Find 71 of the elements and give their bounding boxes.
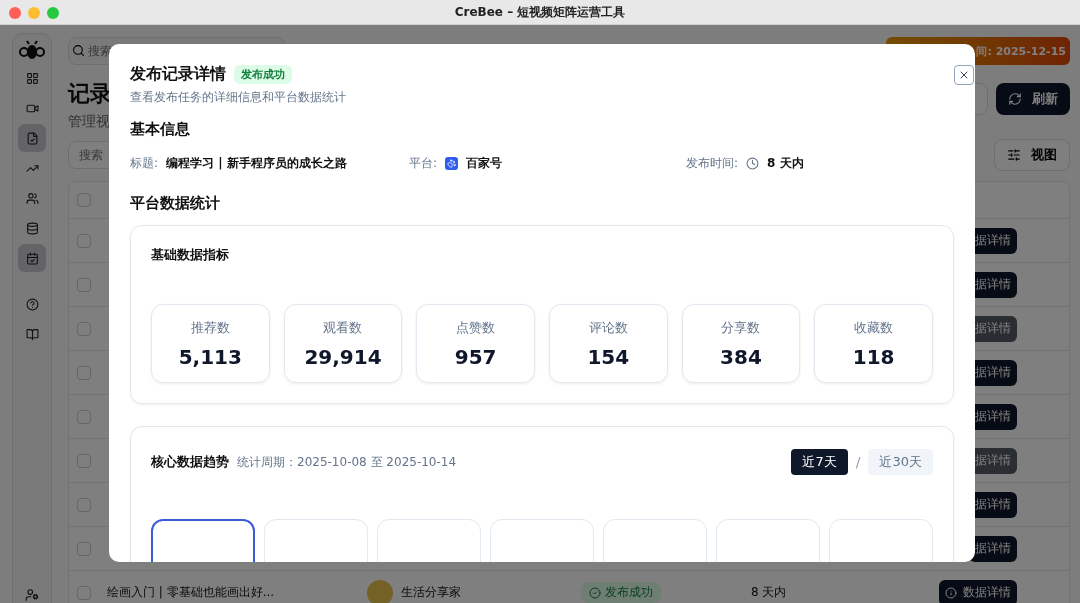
sidebar-item[interactable] — [18, 124, 46, 152]
table-cell-text: 绘画入门 | 零基础也能画出好... — [107, 584, 276, 601]
database-icon — [25, 221, 39, 235]
info-icon — [945, 586, 957, 599]
zoom-window-button[interactable] — [47, 7, 59, 19]
sliders-icon — [1007, 148, 1021, 162]
metric-value: 118 — [852, 344, 895, 369]
refresh-icon — [1008, 92, 1022, 106]
metric-value: 957 — [454, 344, 497, 369]
document-check-icon — [25, 131, 39, 145]
separator: / — [855, 454, 861, 470]
dialog-title: 发布记录详情 — [130, 64, 226, 85]
page-subtitle: 管理视 — [68, 113, 111, 131]
checkbox[interactable] — [77, 233, 91, 248]
sidebar-item[interactable] — [18, 244, 46, 272]
metric-label: 点赞数 — [456, 318, 496, 337]
refresh-button[interactable]: 刷新 — [996, 83, 1070, 115]
grid-icon — [25, 71, 39, 85]
check-circle-icon — [589, 586, 601, 599]
status-badge: 发布成功 — [581, 582, 661, 603]
book-icon — [25, 327, 39, 341]
checkbox[interactable] — [77, 409, 91, 424]
metric-value: 384 — [720, 344, 762, 369]
metric-value: 29,914 — [304, 344, 382, 369]
field-label: 平台: — [409, 155, 438, 172]
calendar-check-icon — [25, 251, 39, 265]
field-value: 编程学习 | 新手程序员的成长之路 — [166, 155, 347, 172]
users-icon — [25, 191, 39, 205]
window-title: CreBee – 短视频矩阵运营工具 — [454, 3, 626, 21]
checkbox[interactable] — [77, 193, 91, 207]
metric-label: 观看数 — [323, 318, 363, 337]
card-title: 核心数据趋势 — [151, 453, 229, 471]
minimize-window-button[interactable] — [28, 7, 40, 19]
search-icon — [72, 44, 85, 57]
range-tab[interactable]: 近7天 — [791, 449, 848, 475]
close-button[interactable] — [954, 64, 974, 85]
avatar — [367, 579, 393, 603]
metric-value: 154 — [587, 344, 630, 369]
field-label: 标题: — [130, 155, 159, 172]
metric-tab[interactable] — [151, 519, 255, 562]
field-value: 8 天内 — [767, 155, 804, 172]
bee-logo-icon — [18, 40, 46, 62]
range-tab[interactable]: 近30天 — [868, 449, 933, 475]
data-details-button[interactable]: 数据详情 — [939, 579, 1017, 603]
field-label: 发布时间: — [686, 155, 739, 172]
checkbox[interactable] — [77, 541, 91, 556]
section-heading: 基本信息 — [130, 120, 191, 139]
clock-icon — [746, 157, 760, 170]
page-title: 记录 — [68, 80, 112, 108]
metric-label: 评论数 — [588, 318, 628, 337]
user-gear-icon — [25, 588, 39, 602]
metric-label: 分享数 — [721, 318, 761, 337]
metric-label: 推荐数 — [190, 318, 230, 337]
checkbox[interactable] — [77, 497, 91, 512]
checkbox[interactable] — [77, 585, 91, 600]
view-button[interactable]: 视图 — [994, 139, 1070, 171]
metric-label: 收藏数 — [854, 318, 894, 337]
table-cell-text: 生活分享家 — [401, 584, 462, 601]
help-icon — [25, 297, 39, 311]
metric-value: 5,113 — [178, 344, 242, 369]
paw-icon — [445, 157, 459, 170]
section-heading: 平台数据统计 — [130, 194, 221, 213]
status-badge: 发布成功 — [234, 65, 292, 84]
checkbox[interactable] — [77, 365, 91, 380]
field-value: 百家号 — [466, 155, 503, 172]
close-window-button[interactable] — [9, 7, 21, 19]
checkbox[interactable] — [77, 277, 91, 292]
period-text: 统计周期：2025-10-08 至 2025-10-14 — [237, 453, 457, 471]
dialog-description: 查看发布任务的详细信息和平台数据统计 — [130, 89, 347, 106]
card-title: 基础数据指标 — [151, 246, 230, 264]
table-cell: 8 天内 — [751, 584, 787, 601]
